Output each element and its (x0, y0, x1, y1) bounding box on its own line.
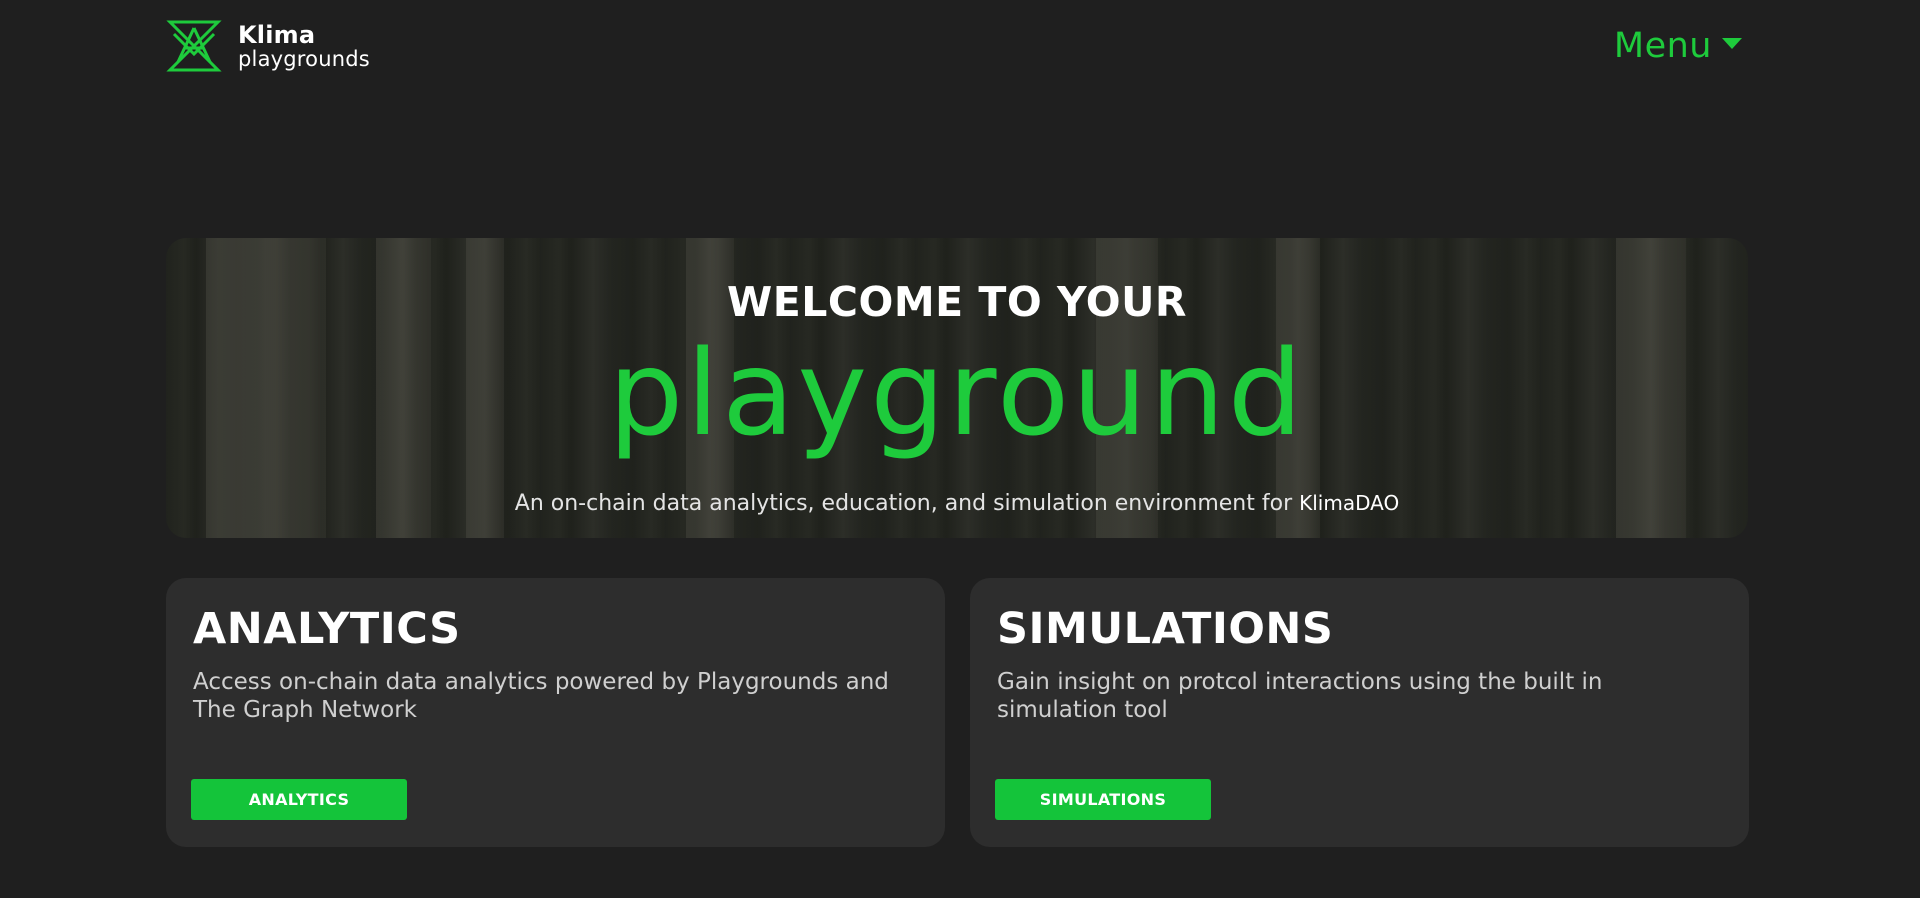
brand-home-link[interactable]: Klima playgrounds (166, 18, 370, 74)
page: Klima playgrounds Menu WELCOME TO YOUR p… (0, 0, 1920, 898)
hero-tagline-text: An on-chain data analytics, education, a… (514, 491, 1293, 516)
hero-content: WELCOME TO YOUR playground An on-chain d… (166, 238, 1748, 538)
brand-name: Klima (238, 20, 316, 49)
analytics-card-title: ANALYTICS (193, 604, 461, 654)
caret-down-icon (1722, 37, 1742, 49)
analytics-button[interactable]: ANALYTICS (191, 779, 407, 820)
hero-banner: WELCOME TO YOUR playground An on-chain d… (166, 238, 1748, 538)
menu-dropdown-toggle[interactable]: Menu (1614, 26, 1742, 66)
hero-title: WELCOME TO YOUR (727, 278, 1187, 326)
simulations-card-title: SIMULATIONS (997, 604, 1334, 654)
brand-wordmark: Klima playgrounds (238, 23, 370, 70)
klima-logo-icon (166, 20, 222, 72)
menu-label: Menu (1613, 26, 1712, 66)
analytics-card-description: Access on-chain data analytics powered b… (193, 668, 889, 724)
brand-subtitle: playgrounds (238, 46, 370, 71)
simulations-button[interactable]: SIMULATIONS (995, 779, 1211, 820)
hero-playground-word: playground (608, 324, 1306, 462)
simulations-card: SIMULATIONS Gain insight on protcol inte… (970, 578, 1749, 847)
top-nav: Klima playgrounds Menu (166, 16, 1742, 76)
analytics-card: ANALYTICS Access on-chain data analytics… (166, 578, 945, 847)
simulations-card-description: Gain insight on protcol interactions usi… (997, 668, 1603, 724)
hero-tagline-brand: KlimaDAO (1299, 491, 1400, 515)
hero-tagline: An on-chain data analytics, education, a… (166, 491, 1748, 516)
